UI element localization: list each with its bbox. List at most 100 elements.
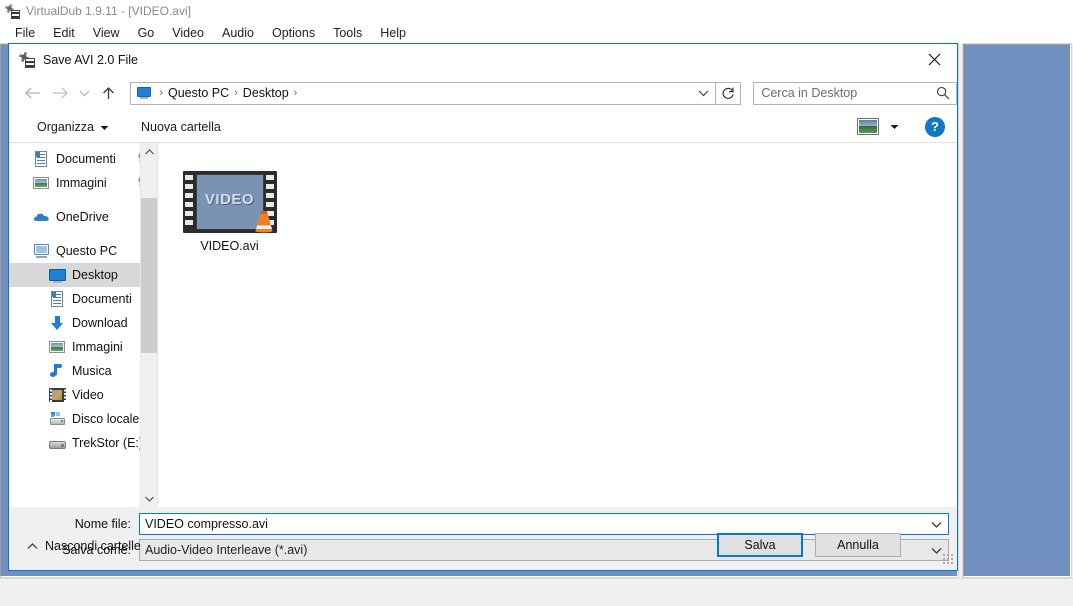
chevron-up-icon[interactable]: [141, 143, 157, 160]
search-input[interactable]: Cerca in Desktop: [753, 81, 957, 105]
cloud-icon: [33, 209, 50, 225]
organizza-button[interactable]: Organizza: [31, 116, 115, 138]
nav-item-label: OneDrive: [56, 210, 109, 224]
menu-help[interactable]: Help: [371, 24, 415, 42]
menu-options[interactable]: Options: [263, 24, 324, 42]
file-thumbnail: VIDEO: [182, 171, 277, 235]
file-name-label: VIDEO.avi: [200, 239, 259, 253]
nav-item-documenti[interactable]: Documenti: [9, 287, 157, 311]
nav-item-desktop[interactable]: Desktop: [9, 263, 157, 287]
virtualdub-icon: [5, 3, 20, 19]
chevron-down-icon: [100, 120, 109, 134]
arrow-right-icon[interactable]: [47, 78, 75, 108]
chevron-down-icon[interactable]: [75, 78, 95, 108]
navigation-pane-scrollbar[interactable]: [140, 143, 157, 507]
navigation-bar: › Questo PC › Desktop › Cerca in Desktop: [9, 75, 957, 111]
menu-go[interactable]: Go: [129, 24, 164, 42]
menu-audio[interactable]: Audio: [213, 24, 263, 42]
dialog-title: Save AVI 2.0 File: [43, 52, 138, 67]
save-file-dialog: Save AVI 2.0 File › Questo PC › Desktop …: [8, 43, 958, 571]
nav-item-label: TrekStor (E:): [72, 436, 144, 450]
breadcrumb-desktop[interactable]: Desktop: [243, 86, 289, 100]
file-name-value: VIDEO compresso.avi: [145, 517, 268, 531]
address-bar[interactable]: › Questo PC › Desktop ›: [130, 81, 717, 105]
desktop-icon: [49, 267, 66, 283]
nav-item-label: Questo PC: [56, 244, 118, 258]
nav-item-immagini-quick[interactable]: Immagini: [9, 171, 157, 195]
scrollbar-thumb[interactable]: [141, 198, 157, 353]
nav-item-musica[interactable]: Musica: [9, 359, 157, 383]
nav-item-documenti-quick[interactable]: Documenti: [9, 147, 157, 171]
menu-edit[interactable]: Edit: [44, 24, 84, 42]
refresh-icon[interactable]: [716, 81, 742, 105]
nav-item-label: Documenti: [56, 152, 116, 166]
video-icon: [49, 387, 66, 403]
help-icon[interactable]: ?: [925, 116, 945, 137]
command-bar: Organizza Nuova cartella ?: [9, 111, 957, 143]
virtualdub-titlebar: VirtualDub 1.9.11 - [VIDEO.avi]: [0, 0, 1073, 22]
breadcrumb-questo-pc[interactable]: Questo PC: [168, 86, 229, 100]
virtualdub-icon: [19, 51, 35, 68]
picture-icon: [33, 175, 50, 191]
breadcrumb-separator: ›: [234, 87, 238, 99]
hide-folders-button[interactable]: Nascondi cartelle: [27, 539, 141, 553]
chevron-down-icon[interactable]: [695, 83, 711, 104]
navigation-pane: Documenti Immagini OneDrive Questo PC De…: [9, 143, 157, 507]
chevron-down-icon[interactable]: [141, 490, 157, 507]
dialog-footer: Nascondi cartelle Salva Annulla: [9, 533, 957, 570]
nuova-cartella-button[interactable]: Nuova cartella: [135, 116, 227, 138]
arrow-left-icon[interactable]: [19, 78, 47, 108]
chevron-down-icon[interactable]: [929, 514, 943, 534]
chevron-down-icon[interactable]: [929, 540, 943, 560]
cancel-button[interactable]: Annulla: [815, 533, 901, 557]
nav-item-label: Immagini: [72, 340, 123, 354]
hide-folders-label: Nascondi cartelle: [45, 539, 141, 553]
menu-video[interactable]: Video: [163, 24, 213, 42]
nav-item-label: Musica: [72, 364, 112, 378]
nav-item-onedrive[interactable]: OneDrive: [9, 205, 157, 229]
dialog-body: Documenti Immagini OneDrive Questo PC De…: [9, 143, 957, 507]
download-icon: [49, 315, 66, 331]
chevron-up-icon: [27, 539, 38, 553]
nav-item-questo-pc[interactable]: Questo PC: [9, 239, 157, 263]
menu-tools[interactable]: Tools: [324, 24, 371, 42]
virtualdub-title: VirtualDub 1.9.11 - [VIDEO.avi]: [26, 4, 191, 18]
nav-item-download[interactable]: Download: [9, 311, 157, 335]
menu-file[interactable]: File: [6, 24, 44, 42]
thumbnail-text: VIDEO: [204, 191, 255, 208]
nome-file-label: Nome file:: [74, 517, 131, 531]
disk-icon: [49, 411, 66, 427]
nav-item-label: Desktop: [72, 268, 118, 282]
resize-grip-icon[interactable]: [942, 553, 954, 565]
monitor-icon: [33, 243, 50, 259]
virtualdub-menubar[interactable]: File Edit View Go Video Audio Options To…: [0, 22, 1073, 44]
save-button[interactable]: Salva: [717, 533, 803, 557]
picture-icon: [49, 339, 66, 355]
menu-view[interactable]: View: [84, 24, 129, 42]
drive-icon: [49, 435, 66, 451]
close-icon[interactable]: [911, 44, 957, 74]
file-item[interactable]: VIDEO VIDEO.avi: [182, 171, 277, 253]
breadcrumb-separator: ›: [293, 87, 298, 99]
dialog-titlebar: Save AVI 2.0 File: [9, 44, 957, 75]
search-placeholder: Cerca in Desktop: [761, 86, 858, 100]
video-pane-output: [962, 43, 1072, 578]
virtualdub-bottom-bar: [0, 578, 1073, 606]
file-type-value: Audio-Video Interleave (*.avi): [145, 543, 308, 557]
arrow-up-icon[interactable]: [95, 78, 123, 108]
organizza-label: Organizza: [37, 119, 94, 134]
file-list-view[interactable]: VIDEO VIDEO.avi: [158, 143, 957, 507]
nav-item-immagini[interactable]: Immagini: [9, 335, 157, 359]
this-pc-icon: [136, 86, 152, 100]
view-layout-icon[interactable]: [857, 117, 879, 136]
nav-item-disco-locale-c[interactable]: Disco locale (C:): [9, 407, 157, 431]
nav-item-trekstor-e[interactable]: TrekStor (E:): [9, 431, 157, 455]
nav-item-label: Download: [72, 316, 128, 330]
music-icon: [49, 363, 66, 379]
nav-item-video[interactable]: Video: [9, 383, 157, 407]
nav-item-label: Documenti: [72, 292, 132, 306]
search-icon[interactable]: [935, 85, 951, 102]
breadcrumb-separator: ›: [159, 87, 163, 99]
file-name-input[interactable]: VIDEO compresso.avi: [139, 513, 949, 535]
chevron-down-icon[interactable]: [885, 118, 903, 136]
